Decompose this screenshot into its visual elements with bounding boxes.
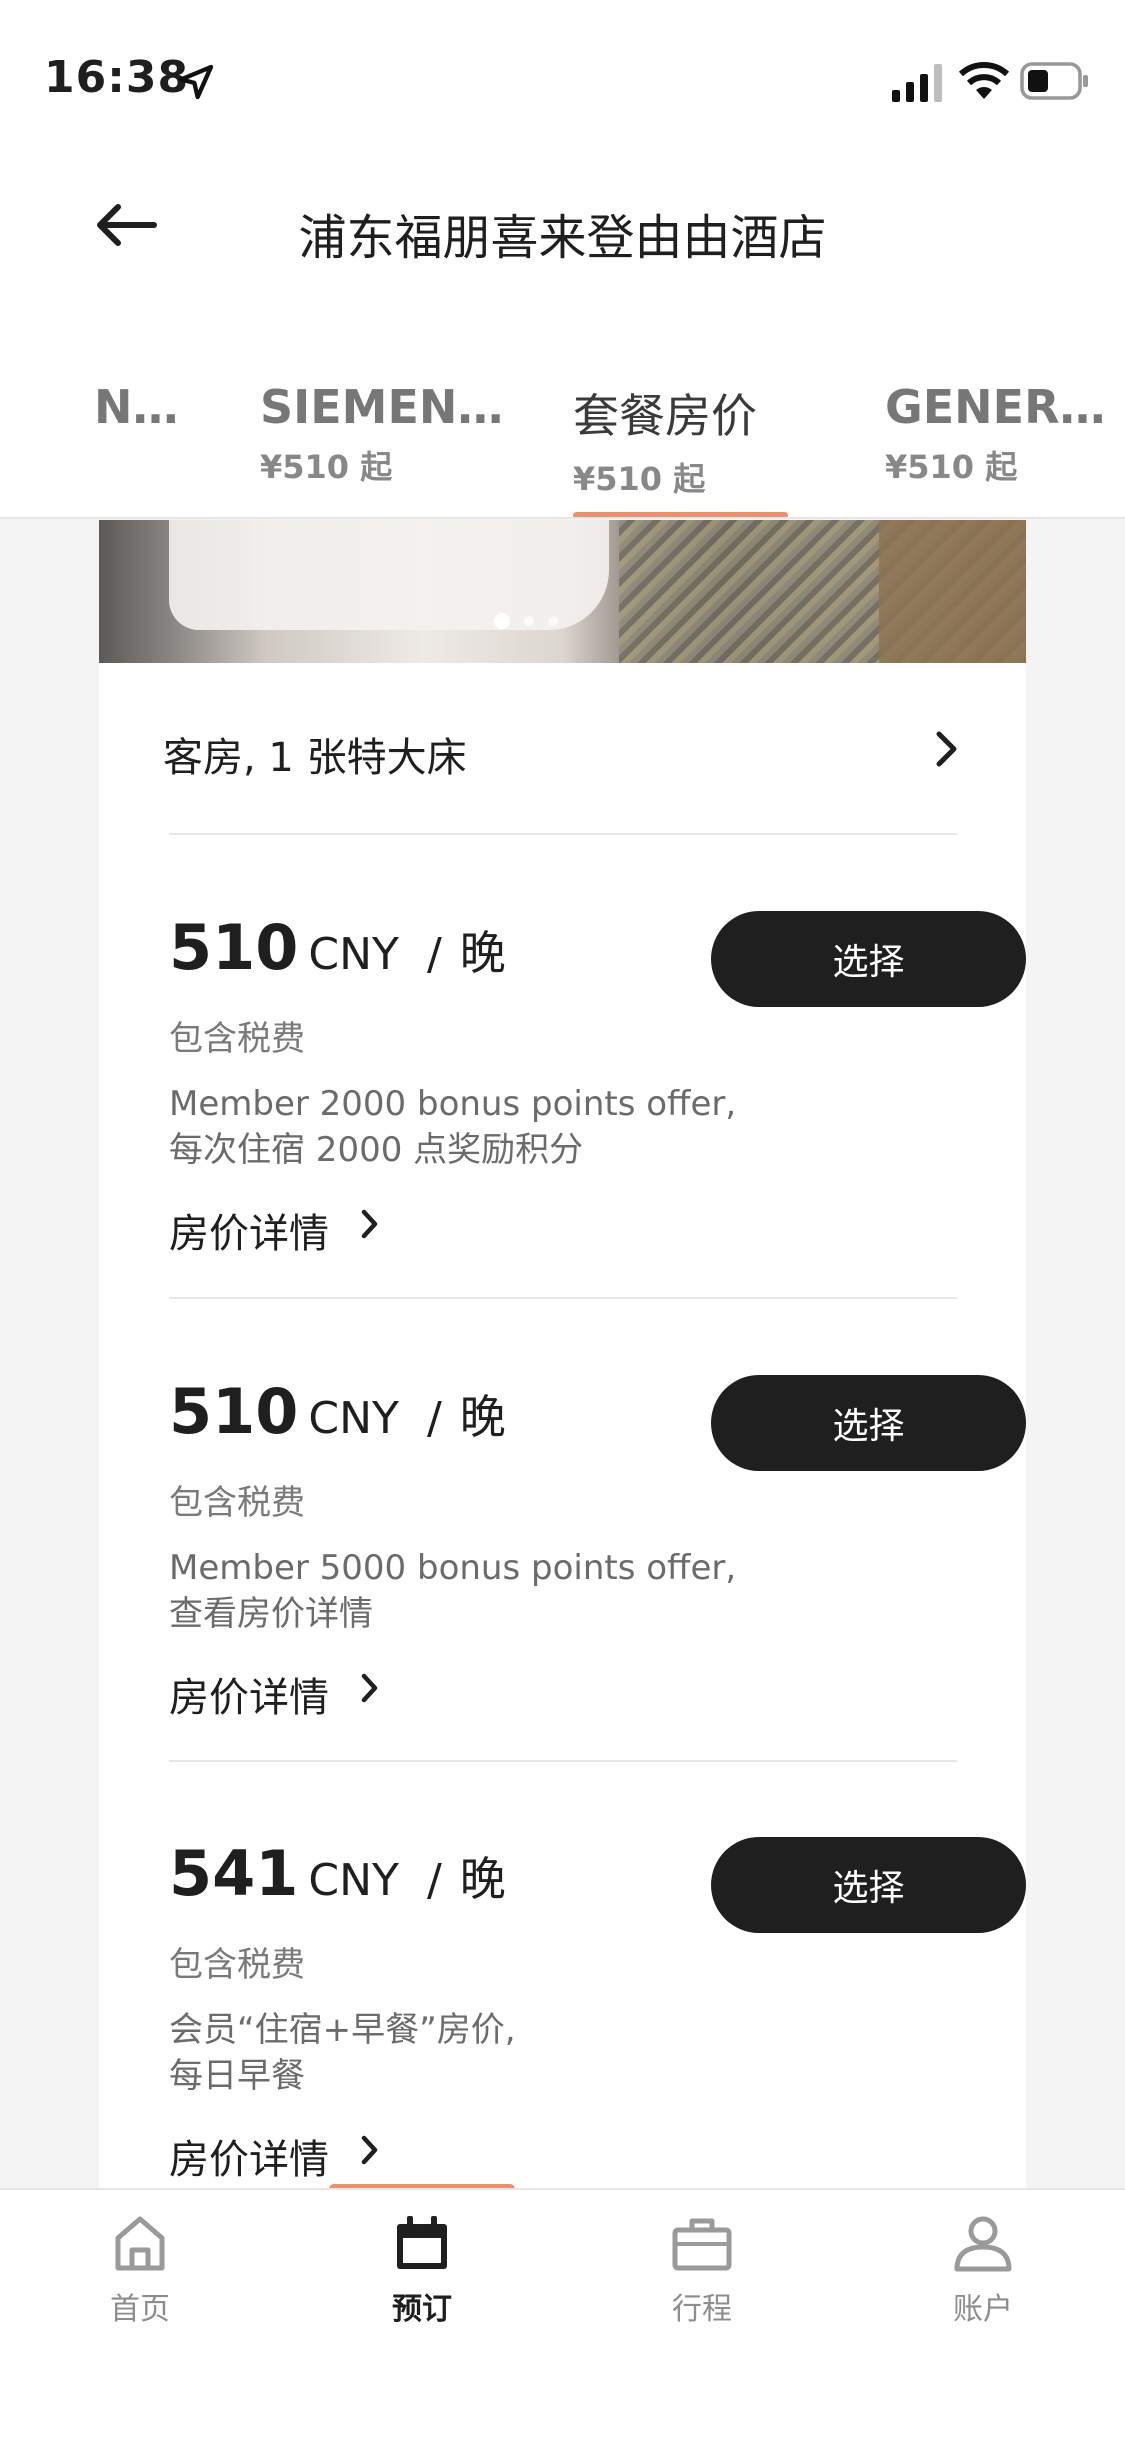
tab-label: 套餐房价 [573, 389, 757, 443]
rate-description-line: 每次住宿 2000 点奖励积分 [169, 1130, 584, 1170]
room-card: 客房, 1 张特大床 510 CNY / 晚 包含税费 Member 2000 bon… [99, 520, 1026, 2190]
price-currency: CNY [308, 1393, 399, 1444]
chevron-right-icon [361, 1673, 378, 1703]
rate-description: Member 5000 bonus points offer, 查看房价详情 [169, 1545, 769, 1637]
rate-option: 510 CNY / 晚 包含税费 Member 2000 bonus points o… [169, 911, 1026, 1291]
rate-details-link[interactable]: 房价详情 [169, 1665, 329, 1723]
tax-note: 包含税费 [169, 1019, 305, 1059]
price-amount: 510 [169, 1375, 299, 1448]
nav-booking[interactable]: 预订 [322, 2214, 522, 2328]
home-icon [115, 2216, 165, 2271]
rate-description-line: Member 5000 bonus points offer, [169, 1548, 737, 1588]
rate-description-line: 查看房价详情 [169, 1594, 373, 1634]
nav-home[interactable]: 首页 [40, 2214, 240, 2328]
tab-price: ¥510 起 [260, 448, 393, 486]
rate-description: Member 2000 bonus points offer, 每次住宿 200… [169, 1081, 769, 1173]
tab-first[interactable]: N… [94, 380, 179, 434]
rate-price: 510 CNY / 晚 [169, 911, 506, 984]
carousel-dot-active[interactable] [494, 613, 510, 629]
rate-details-link[interactable]: 房价详情 [169, 2127, 329, 2185]
briefcase-icon [672, 2218, 732, 2271]
room-type-row[interactable]: 客房, 1 张特大床 [163, 725, 963, 805]
price-currency: CNY [308, 929, 399, 980]
tab-label: N… [94, 380, 179, 434]
rate-description-line: Member 2000 bonus points offer, [169, 1084, 737, 1124]
price-unit: 晚 [459, 1390, 506, 1444]
tab-price: ¥510 起 [573, 460, 706, 498]
nav-label: 预订 [392, 2292, 452, 2327]
carousel-dot[interactable] [524, 616, 534, 626]
price-unit: 晚 [459, 1852, 506, 1906]
carousel-dot[interactable] [548, 616, 558, 626]
battery-icon [1020, 62, 1088, 100]
room-type-name: 客房, 1 张特大床 [163, 735, 467, 781]
divider [169, 1297, 957, 1299]
tab-general[interactable]: GENER… ¥510 起 [885, 380, 1106, 488]
price-amount: 541 [169, 1837, 299, 1910]
rate-option: 510 CNY / 晚 包含税费 Member 5000 bonus points o… [169, 1375, 1026, 1755]
chevron-right-icon [361, 2135, 378, 2165]
rate-price: 510 CNY / 晚 [169, 1375, 506, 1448]
room-photo-carousel[interactable] [99, 520, 1026, 663]
cellular-signal-icon [892, 64, 942, 102]
nav-account[interactable]: 账户 [883, 2214, 1083, 2328]
location-arrow-icon [178, 64, 214, 100]
nav-label: 账户 [953, 2292, 1013, 2327]
user-icon [954, 2216, 1012, 2272]
nav-label: 行程 [672, 2292, 732, 2327]
nav-label: 首页 [110, 2292, 170, 2327]
header: 浦东福朋喜来登由由酒店 [0, 140, 1125, 320]
rate-description-line: 会员“住宿+早餐”房价, [169, 2010, 516, 2050]
tab-siemens[interactable]: SIEMEN… ¥510 起 [260, 380, 503, 488]
divider [169, 1760, 957, 1762]
wifi-icon [958, 62, 1010, 99]
select-button[interactable]: 选择 [711, 1375, 1026, 1471]
price-separator: / [426, 1855, 442, 1906]
tax-note: 包含税费 [169, 1483, 305, 1523]
price-currency: CNY [308, 1855, 399, 1906]
photo-desk [879, 520, 1026, 663]
price-unit: 晚 [459, 926, 506, 980]
tax-note: 包含税费 [169, 1945, 305, 1985]
price-separator: / [426, 929, 442, 980]
rate-description: 会员“住宿+早餐”房价, 每日早餐 [169, 2007, 769, 2099]
rate-option: 541 CNY / 晚 包含税费 会员“住宿+早餐”房价, 每日早餐 房价详情 选择 [169, 1837, 1026, 2190]
rate-details-link[interactable]: 房价详情 [169, 1201, 329, 1259]
rate-tabs: N… SIEMEN… ¥510 起 套餐房价 ¥510 起 GENER… ¥51… [0, 320, 1125, 519]
tab-package-rates[interactable]: 套餐房价 ¥510 起 [573, 380, 757, 500]
rate-description-line: 每日早餐 [169, 2056, 305, 2096]
nav-trips[interactable]: 行程 [602, 2214, 802, 2328]
price-amount: 510 [169, 911, 299, 984]
status-time: 16:38 [44, 52, 190, 103]
bottom-nav: 首页 预订 行程 账户 [0, 2188, 1125, 2438]
tab-label: GENER… [885, 380, 1106, 434]
rate-price: 541 CNY / 晚 [169, 1837, 506, 1910]
status-bar: 16:38 [0, 0, 1125, 140]
select-button[interactable]: 选择 [711, 1837, 1026, 1933]
page-title: 浦东福朋喜来登由由酒店 [298, 210, 827, 266]
tab-label: SIEMEN… [260, 380, 504, 434]
price-separator: / [426, 1393, 442, 1444]
divider [169, 833, 957, 835]
tab-price: ¥510 起 [885, 448, 1018, 486]
carousel-dots [494, 613, 558, 629]
select-button[interactable]: 选择 [711, 911, 1026, 1007]
chevron-right-icon [361, 1209, 378, 1239]
active-tab-indicator [573, 512, 788, 517]
chevron-right-icon [936, 731, 957, 767]
calendar-icon [397, 2216, 447, 2269]
